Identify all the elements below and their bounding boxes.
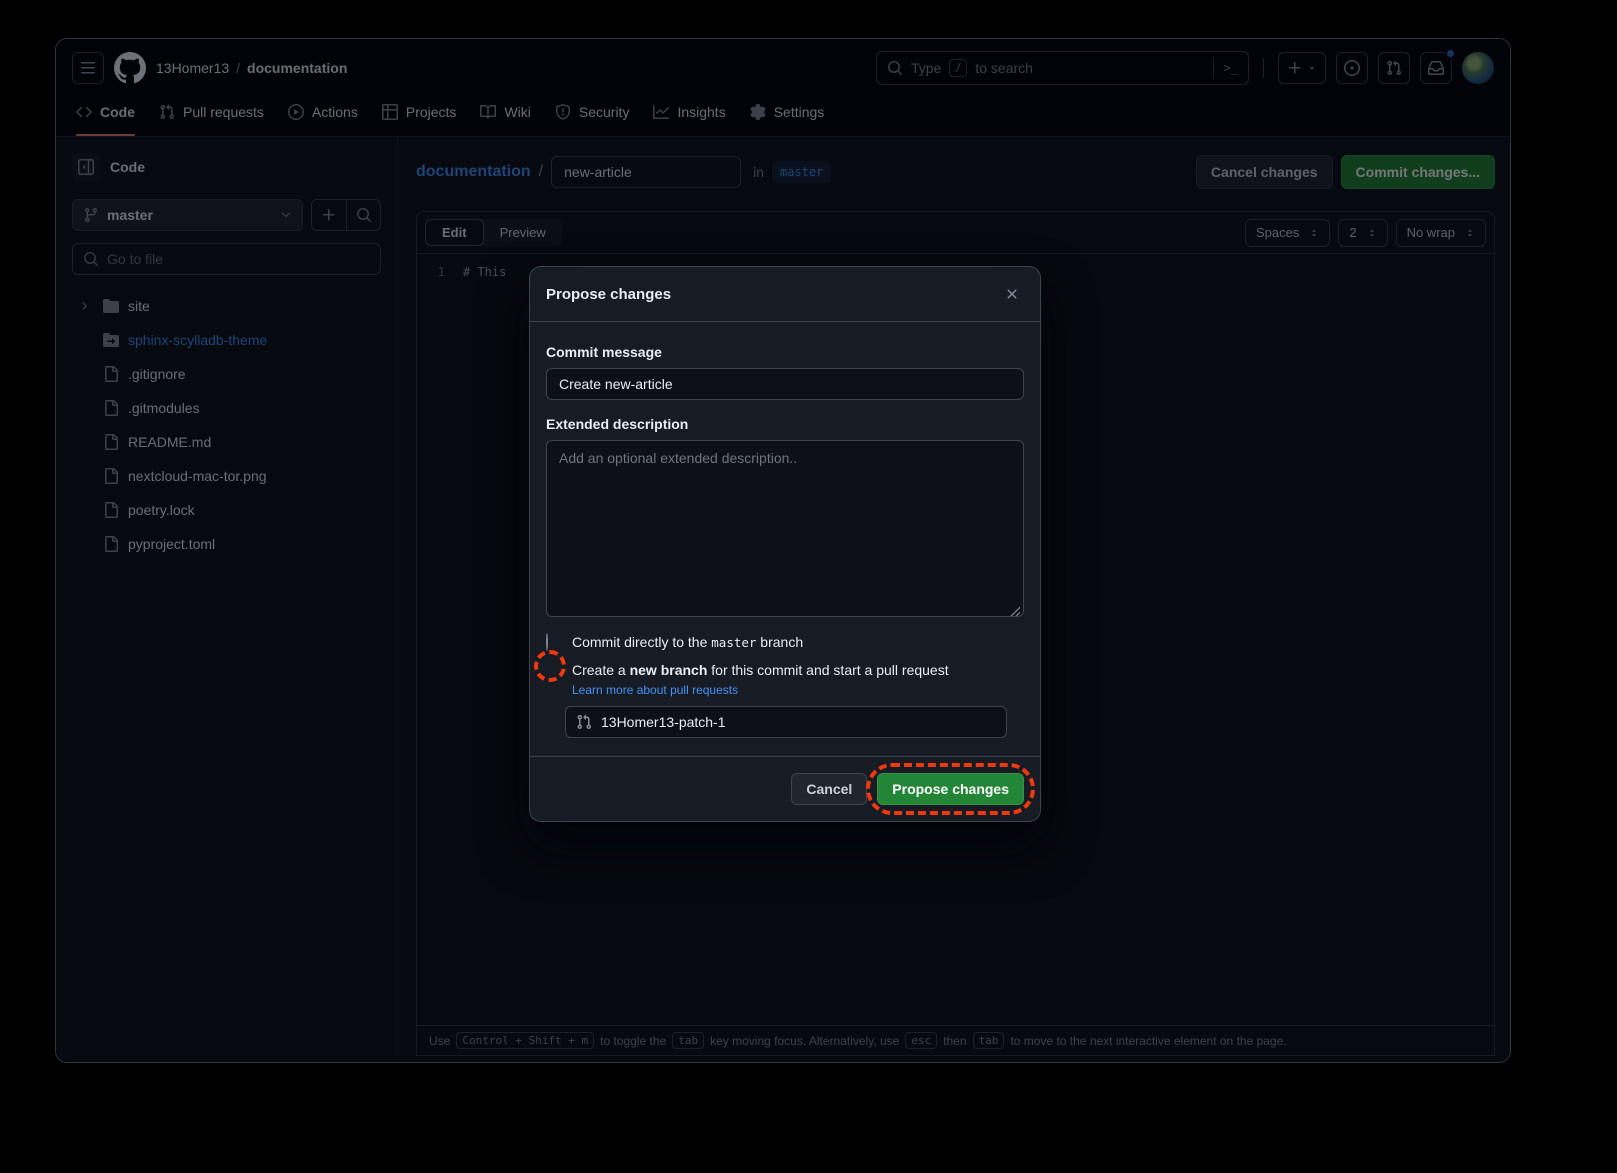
- pull-request-icon: [576, 714, 592, 730]
- cancel-button[interactable]: Cancel: [791, 773, 867, 805]
- close-icon: [1004, 286, 1020, 302]
- commit-message-input[interactable]: [546, 368, 1024, 400]
- create-branch-label: Create a new branch for this commit and …: [572, 662, 949, 678]
- learn-more-link[interactable]: Learn more about pull requests: [572, 683, 1024, 697]
- dialog-title: Propose changes: [546, 286, 671, 303]
- commit-directly-option[interactable]: Commit directly to the master branch: [546, 634, 1024, 650]
- dialog-footer: Cancel Propose changes: [530, 756, 1040, 821]
- commit-message-label: Commit message: [546, 344, 1024, 360]
- radio-unchecked-icon[interactable]: [546, 633, 548, 651]
- propose-changes-button[interactable]: Propose changes: [877, 773, 1024, 805]
- github-window: 13Homer13 / documentation Type / to sear…: [55, 38, 1511, 1063]
- new-branch-name-field[interactable]: [565, 706, 1007, 738]
- create-branch-option[interactable]: Create a new branch for this commit and …: [546, 662, 1024, 678]
- propose-changes-dialog: Propose changes Commit message Extended …: [529, 266, 1041, 822]
- commit-directly-label: Commit directly to the master branch: [572, 634, 803, 650]
- extended-description-textarea[interactable]: [546, 440, 1024, 617]
- annotation-circle: [534, 650, 566, 682]
- dialog-body: Commit message Extended description Comm…: [530, 322, 1040, 756]
- extended-description-wrap: [546, 440, 1024, 622]
- extended-description-label: Extended description: [546, 416, 1024, 432]
- close-button[interactable]: [1000, 282, 1024, 306]
- dialog-header: Propose changes: [530, 267, 1040, 322]
- branch-name-input[interactable]: [601, 714, 996, 730]
